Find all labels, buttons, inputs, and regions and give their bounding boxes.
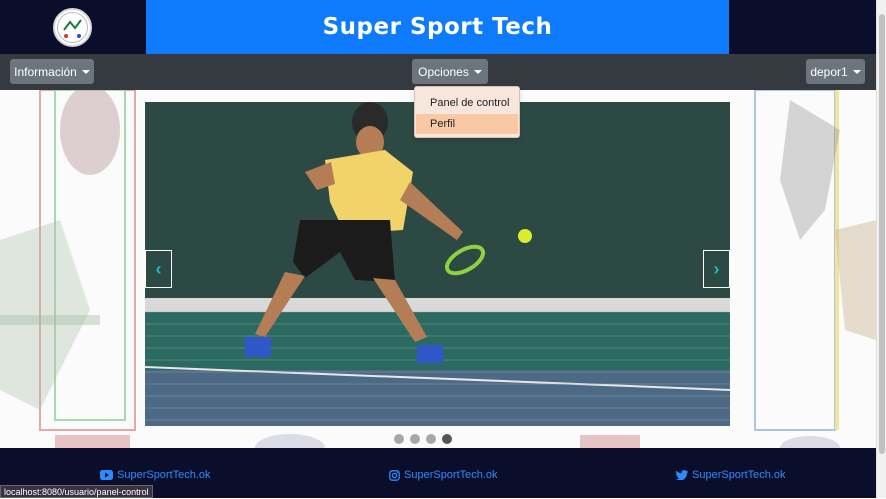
twitter-icon bbox=[676, 470, 688, 480]
instagram-link-text: SuperSportTech.ok bbox=[404, 469, 498, 481]
chevron-right-icon: › bbox=[713, 258, 720, 279]
caret-down-icon bbox=[852, 69, 861, 74]
carousel-image-tennis-player bbox=[145, 102, 730, 426]
informacion-label: Información bbox=[14, 64, 77, 79]
youtube-link[interactable]: SuperSportTech.ok bbox=[100, 469, 211, 481]
youtube-icon bbox=[100, 470, 113, 480]
opciones-label: Opciones bbox=[418, 64, 469, 79]
twitter-link-text: SuperSportTech.ok bbox=[692, 469, 786, 481]
youtube-link-text: SuperSportTech.ok bbox=[117, 469, 211, 481]
user-dropdown-button[interactable]: depor1 bbox=[806, 59, 865, 84]
status-bar-url: localhost:8080/usuario/panel-control bbox=[0, 485, 153, 498]
caret-down-icon bbox=[473, 69, 482, 74]
navbar: Información Opciones depor1 bbox=[0, 54, 886, 90]
scrollbar-thumb[interactable] bbox=[879, 14, 885, 454]
opciones-dropdown-menu: Panel de control Perfil bbox=[414, 86, 520, 138]
logo[interactable] bbox=[53, 8, 92, 47]
page-title: Super Sport Tech bbox=[322, 14, 553, 40]
carousel-indicator-active[interactable] bbox=[442, 434, 452, 444]
opciones-dropdown-button[interactable]: Opciones bbox=[412, 59, 488, 84]
carousel-indicator[interactable] bbox=[394, 434, 404, 444]
carousel-indicators bbox=[394, 434, 452, 444]
title-banner: Super Sport Tech bbox=[146, 0, 729, 54]
user-label: depor1 bbox=[810, 64, 848, 79]
carousel-prev-button[interactable]: ‹ bbox=[145, 250, 172, 288]
carousel-next-button[interactable]: › bbox=[703, 250, 730, 288]
menu-item-perfil[interactable]: Perfil bbox=[416, 114, 518, 134]
carousel-indicator[interactable] bbox=[410, 434, 420, 444]
caret-down-icon bbox=[81, 69, 90, 74]
header: Super Sport Tech bbox=[0, 0, 886, 54]
instagram-icon bbox=[389, 469, 400, 481]
twitter-link[interactable]: SuperSportTech.ok bbox=[676, 469, 786, 481]
informacion-dropdown-button[interactable]: Información bbox=[10, 59, 94, 84]
menu-item-panel-de-control[interactable]: Panel de control bbox=[416, 93, 518, 113]
vertical-scrollbar[interactable] bbox=[876, 0, 886, 498]
instagram-link[interactable]: SuperSportTech.ok bbox=[389, 469, 498, 481]
chevron-left-icon: ‹ bbox=[155, 258, 162, 279]
carousel-indicator[interactable] bbox=[426, 434, 436, 444]
